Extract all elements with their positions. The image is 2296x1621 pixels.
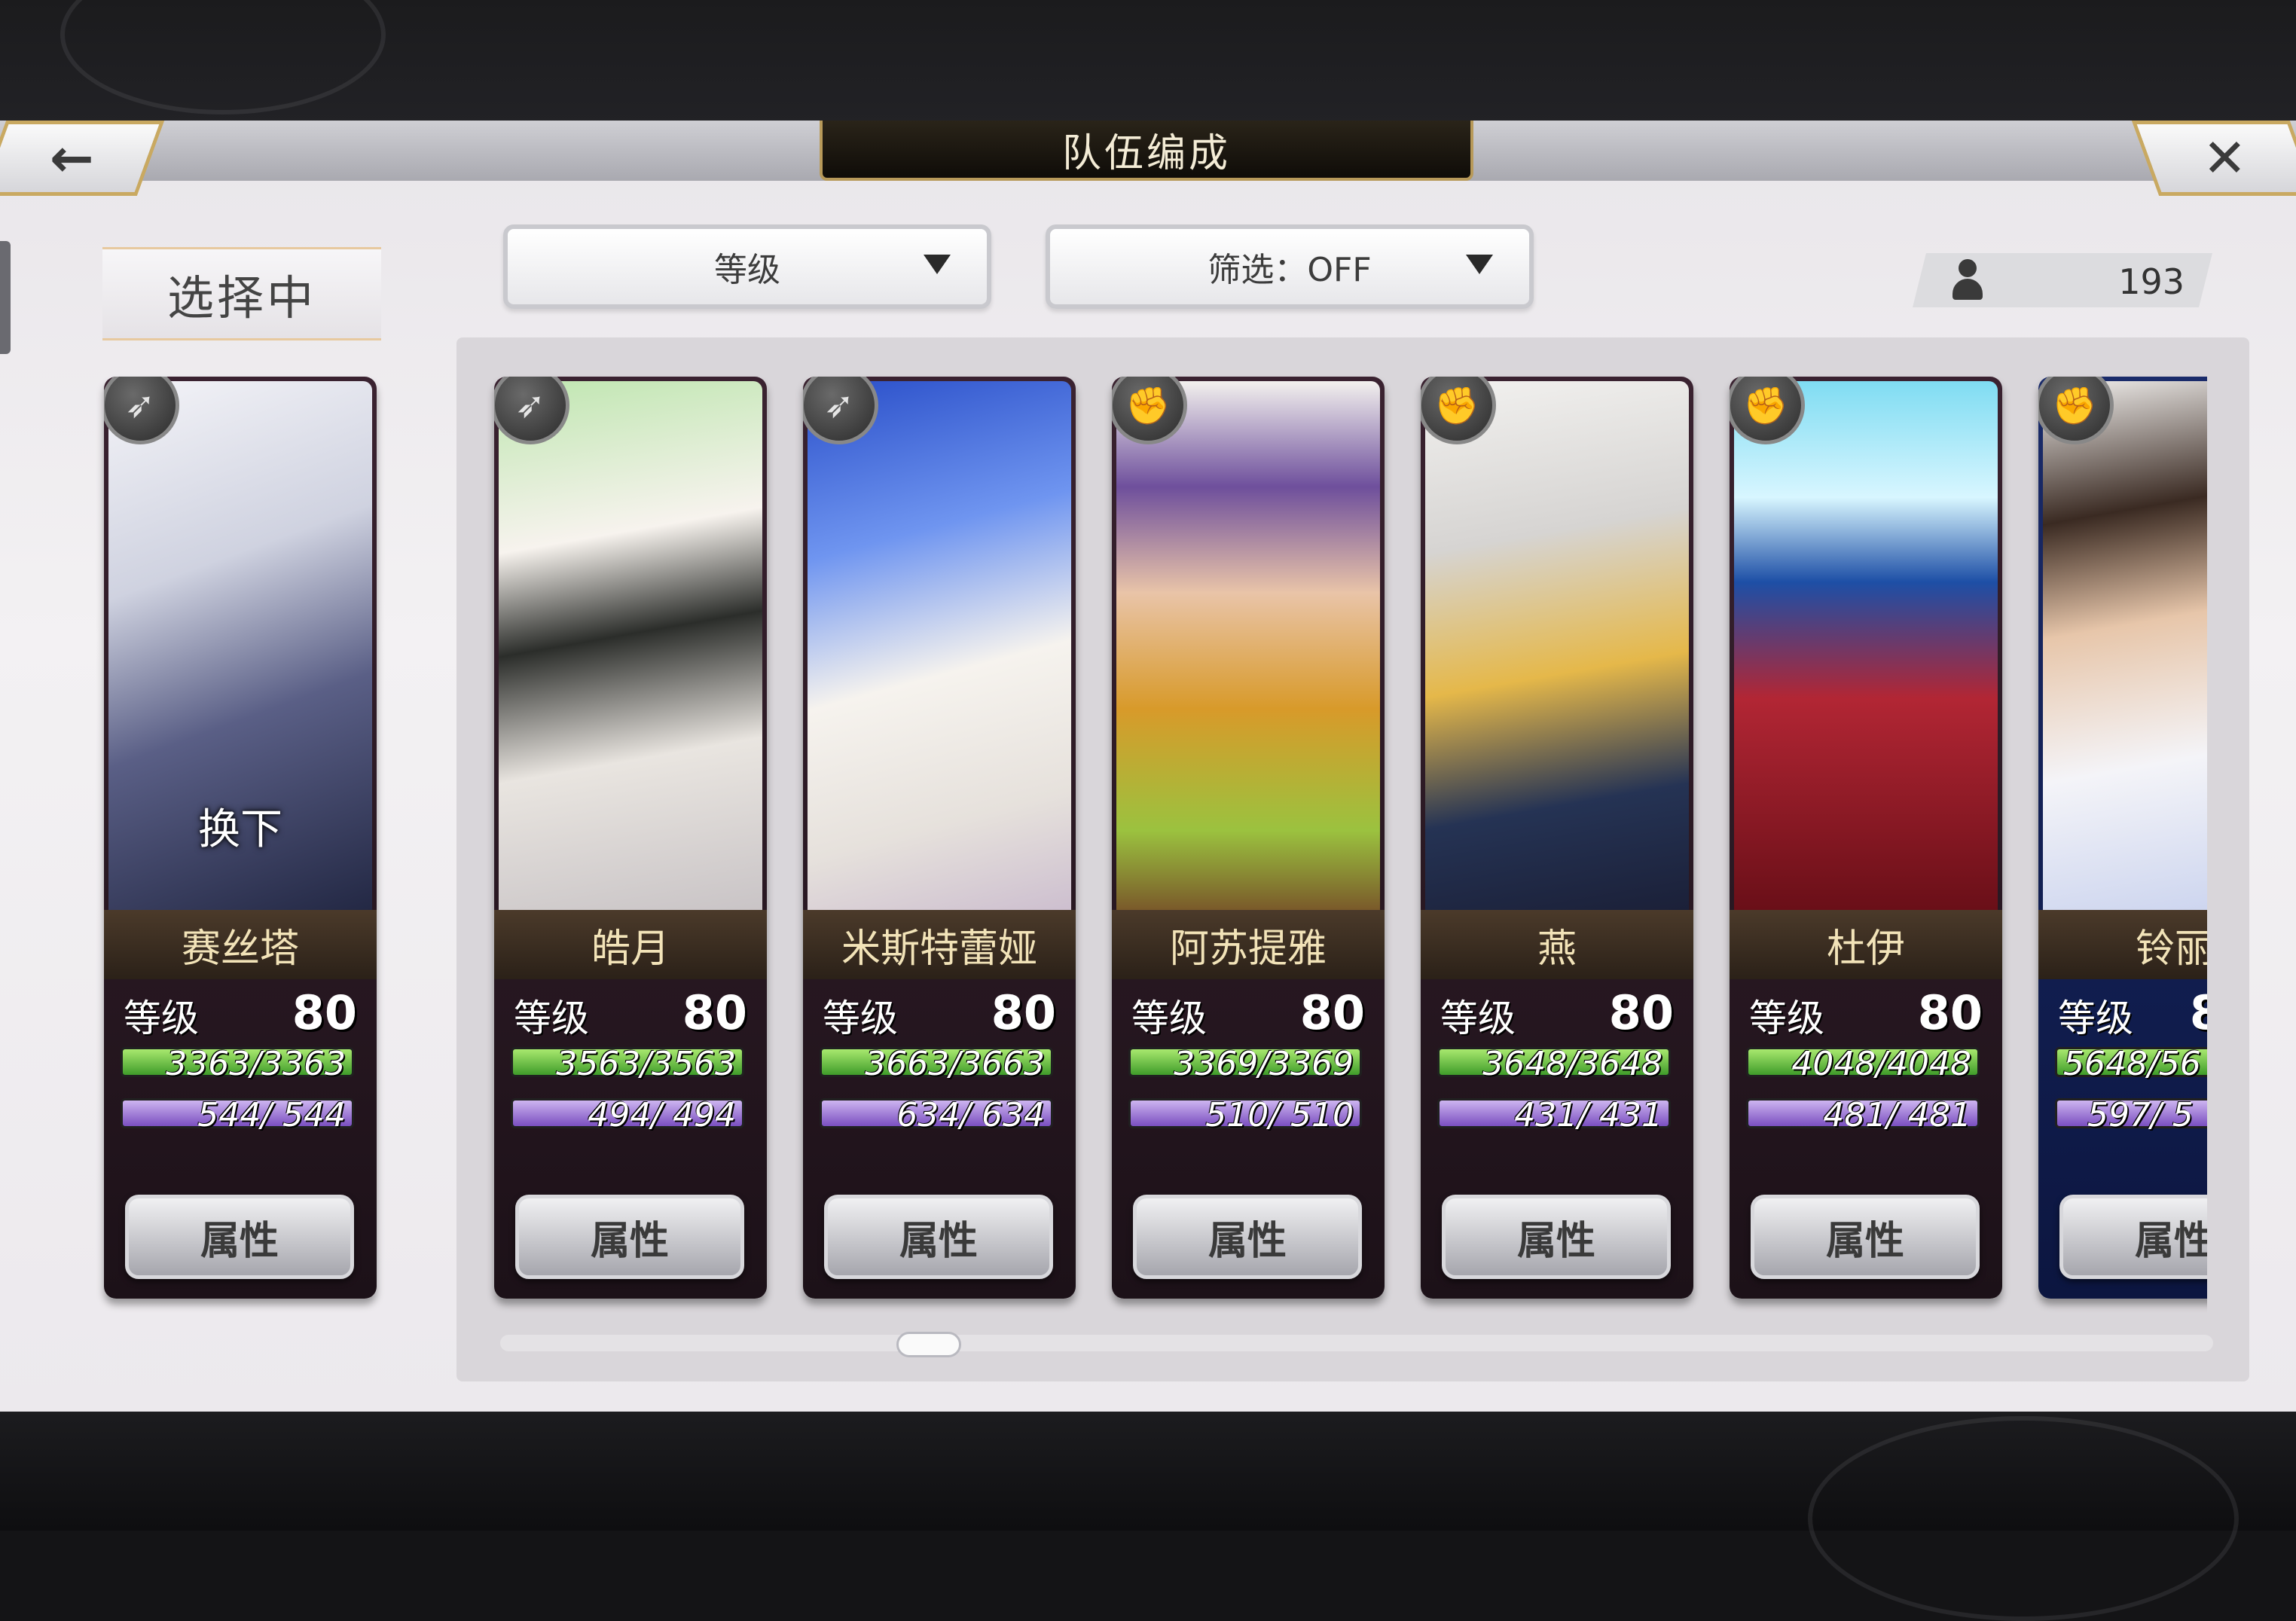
hp-bar: 3563/3563 bbox=[511, 1045, 744, 1083]
character-name: 铃丽 bbox=[2038, 910, 2207, 979]
sp-value: 544/ 544 bbox=[197, 1096, 346, 1134]
hp-value: 3648/3648 bbox=[1482, 1045, 1662, 1083]
sp-bar: 634/ 634 bbox=[820, 1096, 1053, 1134]
back-arrow-icon: ← bbox=[49, 127, 94, 189]
level-row: 等级 80 bbox=[104, 985, 377, 1043]
sp-bar: 431/ 431 bbox=[1437, 1096, 1671, 1134]
attribute-button[interactable]: 属性 bbox=[2059, 1195, 2207, 1279]
level-value: 80 bbox=[1608, 985, 1674, 1040]
hp-value: 3363/3363 bbox=[166, 1045, 346, 1083]
character-name: 赛丝塔 bbox=[104, 910, 377, 979]
level-row: 等级 80 bbox=[803, 985, 1076, 1043]
character-portrait bbox=[499, 381, 762, 910]
close-button[interactable]: ✕ bbox=[2131, 121, 2296, 196]
sp-value: 431/ 431 bbox=[1514, 1096, 1662, 1134]
level-label: 等级 bbox=[124, 997, 199, 1040]
level-label: 等级 bbox=[823, 997, 898, 1040]
filter-dropdown-label: 筛选：OFF bbox=[1208, 251, 1372, 289]
sp-value: 481/ 481 bbox=[1823, 1096, 1971, 1134]
attribute-button[interactable]: 属性 bbox=[125, 1195, 354, 1279]
chevron-down-icon bbox=[924, 255, 951, 274]
sp-bar: 544/ 544 bbox=[121, 1096, 354, 1134]
level-label: 等级 bbox=[1131, 997, 1207, 1040]
character-card[interactable]: ➶ 皓月 等级 80 3563/3563 494/ 494 属性 bbox=[494, 377, 767, 1299]
level-label: 等级 bbox=[1440, 997, 1516, 1040]
sp-value: 494/ 494 bbox=[588, 1096, 736, 1134]
person-icon bbox=[1951, 259, 1984, 301]
back-button[interactable]: ← bbox=[0, 121, 165, 196]
hp-bar: 3369/3369 bbox=[1128, 1045, 1362, 1083]
level-row: 等级 80 bbox=[494, 985, 767, 1043]
page-title: 队伍编成 bbox=[1061, 130, 1231, 176]
level-value: 80 bbox=[292, 985, 357, 1040]
hp-bar: 3663/3663 bbox=[820, 1045, 1053, 1083]
hp-value: 5648/56 bbox=[2063, 1045, 2201, 1083]
hp-value: 3563/3563 bbox=[556, 1045, 736, 1083]
character-name: 米斯特蕾娅 bbox=[803, 910, 1076, 979]
level-label: 等级 bbox=[1749, 997, 1824, 1040]
level-label: 等级 bbox=[514, 997, 589, 1040]
character-portrait bbox=[1425, 381, 1689, 910]
hp-bar: 3363/3363 bbox=[121, 1045, 354, 1083]
level-value: 80 bbox=[682, 985, 747, 1040]
filter-dropdown[interactable]: 筛选：OFF bbox=[1046, 224, 1534, 309]
horizontal-scrollbar[interactable] bbox=[500, 1335, 2213, 1351]
background-ornament bbox=[1808, 1416, 2239, 1621]
character-portrait bbox=[1734, 381, 1998, 910]
member-count-value: 193 bbox=[2118, 261, 2185, 302]
level-row: 等级 8 bbox=[2038, 985, 2207, 1043]
level-label: 等级 bbox=[2058, 997, 2133, 1040]
character-card[interactable]: ➶ 米斯特蕾娅 等级 80 3663/3663 634/ 634 属性 bbox=[803, 377, 1076, 1299]
character-portrait bbox=[1116, 381, 1380, 910]
level-row: 等级 80 bbox=[1421, 985, 1693, 1043]
attribute-button[interactable]: 属性 bbox=[1442, 1195, 1671, 1279]
attribute-button[interactable]: 属性 bbox=[515, 1195, 744, 1279]
hp-bar: 5648/56 bbox=[2055, 1045, 2207, 1083]
attribute-button[interactable]: 属性 bbox=[1751, 1195, 1980, 1279]
sp-bar: 510/ 510 bbox=[1128, 1096, 1362, 1134]
character-portrait bbox=[808, 381, 1071, 910]
swap-out-label[interactable]: 换下 bbox=[104, 795, 377, 856]
character-card[interactable]: ✊ 燕 等级 80 3648/3648 431/ 431 属性 bbox=[1421, 377, 1693, 1299]
sp-bar: 481/ 481 bbox=[1746, 1096, 1980, 1134]
sp-value: 634/ 634 bbox=[896, 1096, 1045, 1134]
title-plate: 队伍编成 bbox=[820, 121, 1473, 181]
card-clip-region: ✊ 铃丽 等级 8 5648/56 597/ 5 属性 bbox=[2022, 362, 2207, 1318]
level-value: 8 bbox=[2189, 985, 2207, 1040]
hp-bar: 4048/4048 bbox=[1746, 1045, 1980, 1083]
level-row: 等级 80 bbox=[1112, 985, 1385, 1043]
close-icon: ✕ bbox=[2202, 127, 2247, 189]
sp-value: 510/ 510 bbox=[1205, 1096, 1354, 1134]
character-portrait bbox=[2043, 381, 2207, 910]
hp-value: 3663/3663 bbox=[865, 1045, 1045, 1083]
character-card[interactable]: ✊ 铃丽 等级 8 5648/56 597/ 5 属性 bbox=[2038, 377, 2207, 1299]
sort-dropdown-label: 等级 bbox=[714, 251, 780, 289]
level-value: 80 bbox=[1299, 985, 1365, 1040]
level-value: 80 bbox=[991, 985, 1056, 1040]
hp-value: 3369/3369 bbox=[1174, 1045, 1354, 1083]
hp-bar: 3648/3648 bbox=[1437, 1045, 1671, 1083]
character-card[interactable]: ✊ 杜伊 等级 80 4048/4048 481/ 481 属性 bbox=[1730, 377, 2002, 1299]
selecting-label: 选择中 bbox=[102, 247, 381, 340]
sp-bar: 597/ 5 bbox=[2055, 1096, 2207, 1134]
character-name: 阿苏提雅 bbox=[1112, 910, 1385, 979]
hp-value: 4048/4048 bbox=[1791, 1045, 1971, 1083]
sp-value: 597/ 5 bbox=[2087, 1096, 2194, 1134]
sp-bar: 494/ 494 bbox=[511, 1096, 744, 1134]
chevron-down-icon bbox=[1466, 255, 1493, 274]
sort-dropdown[interactable]: 等级 bbox=[503, 224, 991, 309]
attribute-button[interactable]: 属性 bbox=[824, 1195, 1053, 1279]
side-tab-handle[interactable] bbox=[0, 241, 11, 354]
character-card[interactable]: ✊ 阿苏提雅 等级 80 3369/3369 510/ 510 属性 bbox=[1112, 377, 1385, 1299]
character-name: 皓月 bbox=[494, 910, 767, 979]
attribute-button[interactable]: 属性 bbox=[1133, 1195, 1362, 1279]
character-name: 杜伊 bbox=[1730, 910, 2002, 979]
level-row: 等级 80 bbox=[1730, 985, 2002, 1043]
selected-character-card[interactable]: ➶ 换下 赛丝塔 等级 80 3363/3363 544/ 544 属性 bbox=[104, 377, 377, 1299]
level-value: 80 bbox=[1917, 985, 1983, 1040]
character-name: 燕 bbox=[1421, 910, 1693, 979]
scrollbar-thumb[interactable] bbox=[896, 1332, 961, 1357]
